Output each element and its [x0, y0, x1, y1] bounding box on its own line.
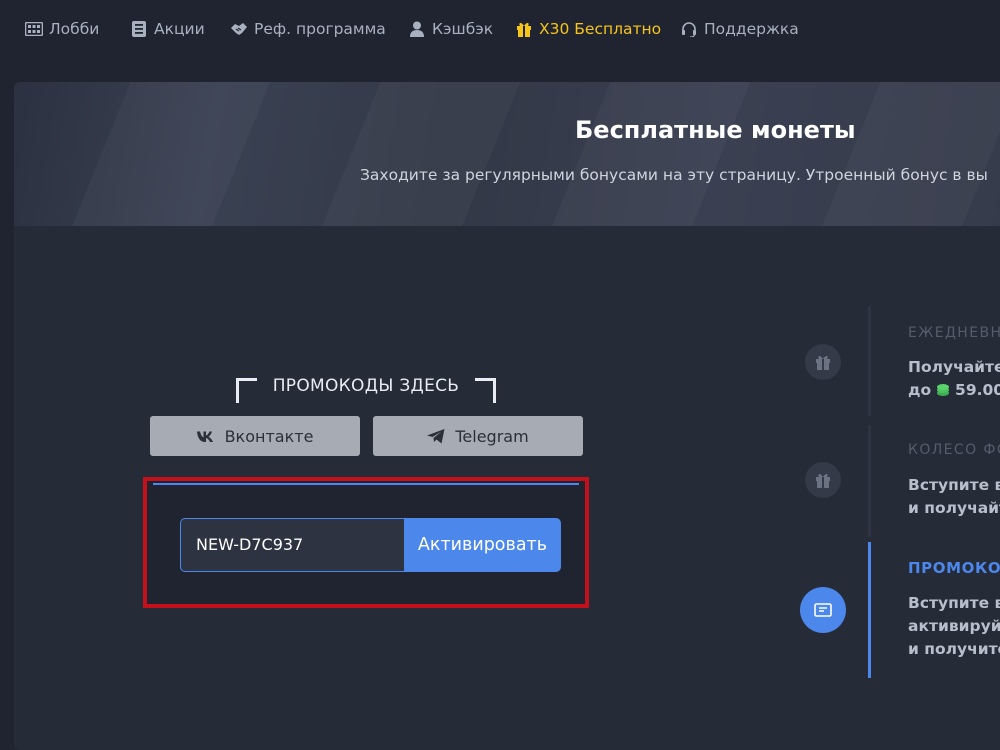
- vk-label: Вконтакте: [224, 426, 314, 446]
- hero-banner: Бесплатные монеты Заходите за регулярным…: [14, 82, 1000, 226]
- step-connector-active: [868, 542, 871, 678]
- step-daily-prefix: до: [908, 381, 932, 399]
- promo-heading: ПРОМОКОДЫ ЗДЕСЬ: [236, 376, 496, 404]
- vk-button[interactable]: Вконтакте: [150, 416, 360, 456]
- step-connector: [868, 425, 871, 537]
- step-wheel-line2: и получайт: [908, 499, 1000, 517]
- user-icon: [408, 20, 426, 38]
- nav-item-referral[interactable]: Реф. программа: [230, 20, 386, 38]
- step-daily-caption: ЕЖЕДНЕВНЫ: [908, 325, 1000, 341]
- nav-label: X30 Бесплатно: [539, 20, 662, 38]
- lobby-icon: [25, 20, 43, 38]
- step-promo-text: Вступите в активируйт и получите: [908, 592, 1000, 661]
- step-wheel-icon: [805, 462, 841, 498]
- gift-icon: [816, 355, 830, 370]
- step-daily-amount: 59.00: [955, 381, 1000, 399]
- nav-label: Лобби: [49, 20, 100, 38]
- step-daily-text: Получайте до 59.00: [908, 356, 1000, 402]
- list-icon: [130, 20, 148, 38]
- vk-icon: [196, 431, 215, 442]
- nav-label: Поддержка: [704, 20, 799, 38]
- promo-code-input[interactable]: NEW-D7C937: [180, 518, 406, 572]
- nav-label: Кэшбэк: [432, 20, 494, 38]
- step-wheel-line1: Вступите в: [908, 476, 1000, 494]
- nav-item-lobby[interactable]: Лобби: [25, 20, 99, 38]
- nav-label: Акции: [154, 20, 205, 38]
- headset-icon: [680, 20, 698, 38]
- page-title: Бесплатные монеты: [575, 116, 856, 144]
- step-promo-line3: и получите: [908, 640, 1000, 658]
- step-promo-line1: Вступите в: [908, 594, 1000, 612]
- step-daily-line1: Получайте: [908, 358, 1000, 376]
- telegram-button[interactable]: Telegram: [373, 416, 583, 456]
- step-promo-line2: активируйт: [908, 617, 1000, 635]
- step-connector: [868, 306, 871, 416]
- page-subtitle: Заходите за регулярными бонусами на эту …: [360, 166, 988, 184]
- nav-item-support[interactable]: Поддержка: [680, 20, 799, 38]
- accent-line: [153, 483, 579, 485]
- nav-item-cashback[interactable]: Кэшбэк: [408, 20, 493, 38]
- gift-icon: [515, 20, 533, 38]
- handshake-icon: [230, 20, 248, 38]
- step-wheel-caption: КОЛЕСО ФО: [908, 442, 1000, 458]
- promo-code-form: NEW-D7C937 Активировать: [143, 477, 589, 608]
- step-wheel-text: Вступите в и получайт: [908, 474, 1000, 520]
- step-promo-caption: ПРОМОКОД: [908, 559, 1000, 577]
- nav-label: Реф. программа: [254, 20, 386, 38]
- activate-button[interactable]: Активировать: [404, 518, 561, 572]
- ticket-icon: [814, 603, 832, 617]
- nav-item-x30-free[interactable]: X30 Бесплатно: [515, 20, 661, 38]
- coin-icon: [936, 381, 950, 399]
- gift-icon: [816, 473, 830, 488]
- top-navigation: Лобби Акции Реф. программа Кэшбэк X30 Бе…: [0, 0, 1000, 62]
- telegram-icon: [427, 428, 445, 444]
- promo-heading-text: ПРОМОКОДЫ ЗДЕСЬ: [272, 376, 460, 396]
- telegram-label: Telegram: [455, 426, 529, 446]
- step-daily-icon: [805, 344, 841, 380]
- nav-item-promotions[interactable]: Акции: [130, 20, 205, 38]
- step-promo-icon: [800, 587, 846, 633]
